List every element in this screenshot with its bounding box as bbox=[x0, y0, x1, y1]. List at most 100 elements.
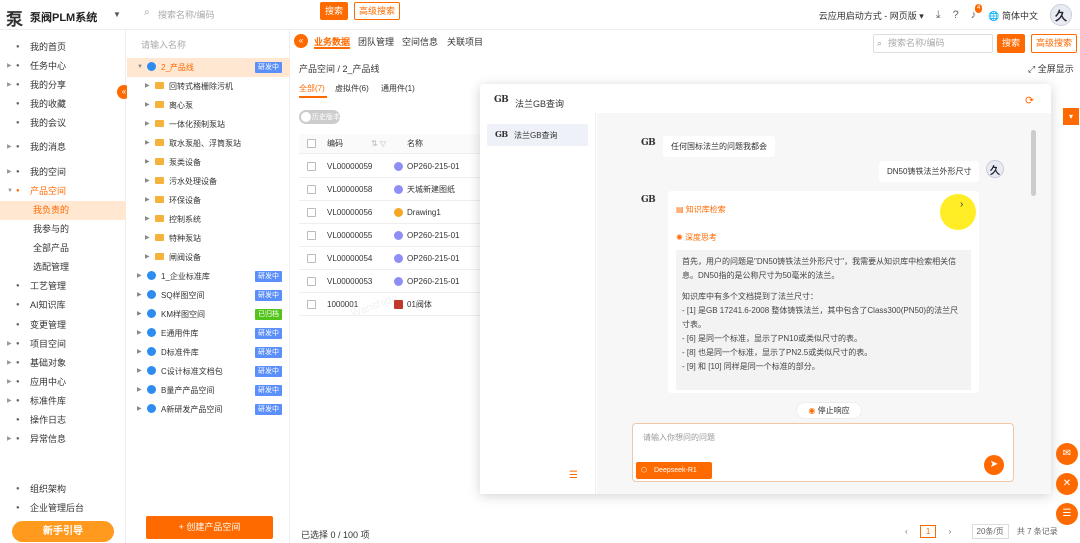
table-row[interactable]: VL00000058 天城新建图纸 bbox=[299, 178, 481, 201]
create-space-button[interactable]: + 创建产品空间 bbox=[146, 516, 273, 539]
sidebar-item-20[interactable]: ▶ ● 异常信息 bbox=[0, 430, 126, 449]
stop-response-button[interactable]: ◉ 停止响应 bbox=[796, 402, 862, 419]
table-row[interactable]: VL00000053 OP260-215-01 bbox=[299, 270, 481, 293]
tree-expand-icon[interactable]: ▶ bbox=[137, 343, 142, 362]
next-page-icon[interactable]: › bbox=[949, 527, 952, 536]
row-name[interactable]: OP260-215-01 bbox=[407, 270, 459, 293]
sidebar-item-15[interactable]: ▶ ● 项目空间 bbox=[0, 335, 126, 354]
page-size-select[interactable]: 20条/页 bbox=[971, 524, 1009, 539]
tree-node[interactable]: ▶ B量产产品空间 研发中 bbox=[127, 381, 290, 400]
chat-scrollbar[interactable] bbox=[1031, 130, 1036, 196]
row-name[interactable]: 01阀体 bbox=[407, 293, 432, 316]
tree-expand-icon[interactable]: ▶ bbox=[145, 210, 150, 229]
tree-node[interactable]: ▶ 环保设备 bbox=[127, 191, 290, 210]
page-number[interactable]: 1 bbox=[919, 525, 937, 538]
col-name-header[interactable]: 名称 bbox=[407, 134, 423, 154]
sidebar-item-7[interactable]: ▼ ● 产品空间 bbox=[0, 182, 126, 201]
main-search-input[interactable]: ⌕ 搜索名称/编码 bbox=[873, 34, 993, 53]
tree-node[interactable]: ▶ SQ样图空间 研发中 bbox=[127, 286, 290, 305]
tree-expand-icon[interactable]: ▶ bbox=[137, 324, 142, 343]
sidebar-item-3[interactable]: ● 我的收藏 bbox=[0, 95, 126, 114]
refresh-icon[interactable]: ⟳ bbox=[1025, 94, 1034, 107]
session-list-icon[interactable]: ☰ bbox=[569, 470, 578, 481]
top-advanced-search-button[interactable]: 高级搜索 bbox=[354, 2, 400, 20]
tree-node[interactable]: ▶ 泵类设备 bbox=[127, 153, 290, 172]
row-checkbox[interactable] bbox=[307, 185, 316, 194]
table-row[interactable]: VL00000054 OP260-215-01 bbox=[299, 247, 481, 270]
row-checkbox[interactable] bbox=[307, 162, 316, 171]
tree-node[interactable]: ▶ C设计标准文档包 研发中 bbox=[127, 362, 290, 381]
tree-search-input[interactable]: 请输入名称 bbox=[141, 38, 186, 51]
tree-expand-icon[interactable]: ▶ bbox=[145, 115, 150, 134]
sidebar-item-22[interactable]: ● 企业管理后台 bbox=[0, 499, 126, 518]
table-row[interactable]: VL00000059 OP260-215-01 bbox=[299, 155, 481, 178]
tree-node[interactable]: ▶ D标准件库 研发中 bbox=[127, 343, 290, 362]
tree-expand-icon[interactable]: ▶ bbox=[137, 400, 142, 419]
guide-button[interactable]: 新手引导 bbox=[12, 521, 114, 542]
tree-node[interactable]: ▶ 回转式格栅除污机 bbox=[127, 77, 290, 96]
row-name[interactable]: Drawing1 bbox=[407, 201, 441, 224]
dialog-session-item[interactable]: GB 法兰GB查询 bbox=[487, 124, 588, 146]
sidebar-item-10[interactable]: 全部产品 bbox=[0, 239, 126, 258]
help-icon[interactable]: ? bbox=[953, 9, 959, 21]
sidebar-item-14[interactable]: ● 变更管理 bbox=[0, 316, 126, 335]
sidebar-item-2[interactable]: ▶ ● 我的分享 bbox=[0, 76, 126, 95]
sidebar-item-1[interactable]: ▶ ● 任务中心 bbox=[0, 57, 126, 76]
sidebar-item-11[interactable]: 选配管理 bbox=[0, 258, 126, 277]
sidebar-item-17[interactable]: ▶ ● 应用中心 bbox=[0, 373, 126, 392]
back-icon[interactable]: « bbox=[294, 34, 308, 48]
tree-expand-icon[interactable]: ▶ bbox=[145, 153, 150, 172]
subtab-common[interactable]: 通用件(1) bbox=[381, 83, 415, 94]
sidebar-item-12[interactable]: ● 工艺管理 bbox=[0, 277, 126, 296]
tree-node[interactable]: ▶ 一体化预制泵站 bbox=[127, 115, 290, 134]
feedback-icon[interactable]: ☰ bbox=[1056, 503, 1078, 525]
top-search-button[interactable]: 搜索 bbox=[320, 2, 348, 20]
sidebar-item-8[interactable]: 我负责的 bbox=[0, 201, 126, 220]
row-name[interactable]: OP260-215-01 bbox=[407, 247, 459, 270]
model-select-button[interactable]: ⬡ Deepseek-R1 bbox=[636, 462, 712, 479]
tab-space-info[interactable]: 空间信息 bbox=[402, 35, 438, 48]
launch-mode-select[interactable]: 云应用启动方式 - 网页版 ▾ bbox=[819, 9, 924, 22]
chevron-down-icon[interactable]: ▼ bbox=[113, 10, 121, 19]
sidebar-item-0[interactable]: ● 我的首页 bbox=[0, 38, 126, 57]
table-row[interactable]: VL00000056 Drawing1 bbox=[299, 201, 481, 224]
tree-node[interactable]: ▶ 取水泵船、浮筒泵站 bbox=[127, 134, 290, 153]
tree-expand-icon[interactable]: ▶ bbox=[137, 286, 142, 305]
sidebar-item-21[interactable]: ● 组织架构 bbox=[0, 480, 126, 499]
tree-expand-icon[interactable]: ▶ bbox=[137, 267, 142, 286]
tree-expand-icon[interactable]: ▶ bbox=[145, 96, 150, 115]
chat-fab-icon[interactable]: ✉ bbox=[1056, 443, 1078, 465]
download-icon[interactable]: ⤓ bbox=[936, 9, 941, 22]
tree-node[interactable]: ▶ 离心泵 bbox=[127, 96, 290, 115]
tree-expand-icon[interactable]: ▶ bbox=[137, 381, 142, 400]
sidebar-item-9[interactable]: 我参与的 bbox=[0, 220, 126, 239]
row-checkbox[interactable] bbox=[307, 254, 316, 263]
sidebar-item-6[interactable]: ▶ ● 我的空间 bbox=[0, 163, 126, 182]
history-version-toggle[interactable]: 历史版本 bbox=[299, 110, 340, 124]
tree-expand-icon[interactable]: ▼ bbox=[137, 58, 143, 77]
sidebar-item-4[interactable]: ● 我的会议 bbox=[0, 114, 126, 133]
row-checkbox[interactable] bbox=[307, 300, 316, 309]
close-icon[interactable]: ✕ bbox=[1056, 473, 1078, 495]
top-search-input[interactable]: 搜索名称/编码 bbox=[158, 8, 308, 21]
sidebar-item-16[interactable]: ▶ ● 基础对象 bbox=[0, 354, 126, 373]
row-checkbox[interactable] bbox=[307, 208, 316, 217]
main-search-button[interactable]: 搜索 bbox=[997, 34, 1025, 53]
fullscreen-button[interactable]: ⤢ 全屏显示 bbox=[1028, 62, 1074, 75]
tree-expand-icon[interactable]: ▶ bbox=[137, 305, 142, 324]
row-name[interactable]: OP260-215-01 bbox=[407, 155, 459, 178]
sidebar-item-13[interactable]: ● AI知识库 bbox=[0, 296, 126, 315]
chevron-right-icon[interactable]: › bbox=[960, 199, 963, 210]
tree-node[interactable]: ▶ 闸阀设备 bbox=[127, 248, 290, 267]
tree-expand-icon[interactable]: ▶ bbox=[145, 248, 150, 267]
tree-node[interactable]: ▶ 污水处理设备 bbox=[127, 172, 290, 191]
language-select[interactable]: 🌐 简体中文 bbox=[988, 9, 1038, 22]
tree-node[interactable]: ▼ 2_产品线 研发中 bbox=[127, 58, 290, 77]
tree-node[interactable]: ▶ 1_企业标准库 研发中 bbox=[127, 267, 290, 286]
knowledge-search-row[interactable]: ▤ 知识库检索 bbox=[676, 204, 726, 215]
tab-related-projects[interactable]: 关联项目 bbox=[447, 35, 483, 48]
subtab-virtual[interactable]: 虚拟件(6) bbox=[335, 83, 369, 94]
table-row[interactable]: 1000001 01阀体 bbox=[299, 293, 481, 316]
prev-page-icon[interactable]: ‹ bbox=[905, 527, 908, 536]
sidebar-item-5[interactable]: ▶ ● 我的消息 bbox=[0, 138, 126, 157]
